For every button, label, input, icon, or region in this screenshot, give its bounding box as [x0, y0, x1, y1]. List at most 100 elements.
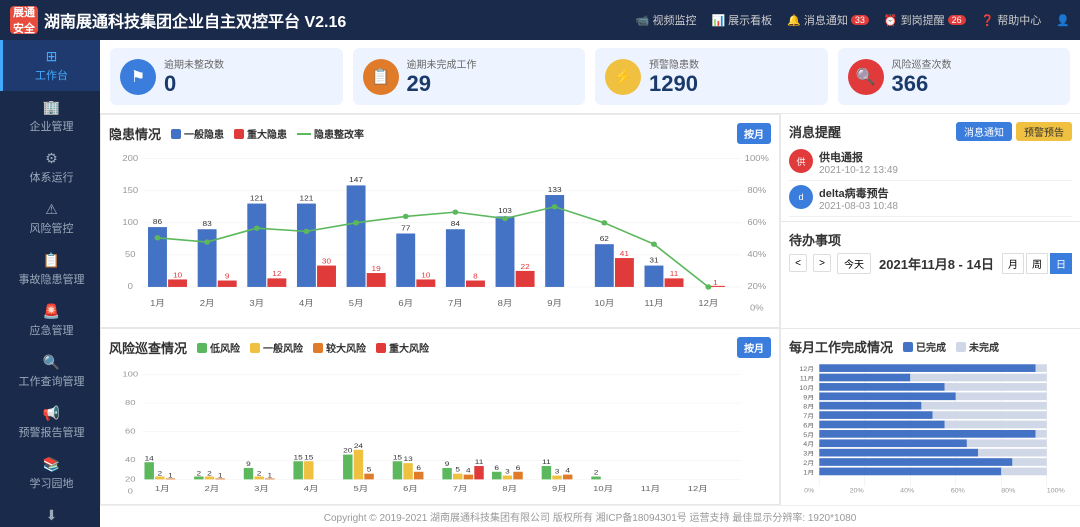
- logo-area: 展通安全 湖南展通科技集团企业自主双控平台 V2.16: [10, 6, 346, 34]
- bar-undone-9: [956, 393, 1047, 401]
- monthly-work-panel: 每月工作完成情况 已完成 未完成: [780, 328, 1080, 505]
- user-btn[interactable]: 👤: [1056, 14, 1070, 27]
- rate-dot-1: [155, 235, 161, 240]
- task-prev-btn[interactable]: <: [789, 254, 807, 272]
- svg-text:5: 5: [367, 466, 372, 474]
- checkin-btn[interactable]: ⏰ 到岗提醒 26: [884, 12, 966, 28]
- video-monitor-btn[interactable]: 📹 视频监控: [636, 12, 697, 28]
- svg-text:5: 5: [455, 466, 460, 474]
- bar-done-5: [819, 430, 1035, 438]
- svg-text:6月: 6月: [803, 422, 814, 429]
- legend-dot-undone: [956, 342, 966, 352]
- svg-text:11月: 11月: [641, 484, 660, 493]
- sidebar-item-warning[interactable]: 📢 预警报告管理: [0, 397, 100, 448]
- svg-text:100: 100: [122, 370, 138, 379]
- svg-text:6月: 6月: [403, 484, 418, 493]
- svg-text:84: 84: [451, 220, 461, 229]
- stat-value-0: 0: [164, 71, 333, 97]
- right-panels: 消息提醒 消息通知 预警预告 供 供电通报 2021-10-12 13:49: [780, 114, 1080, 328]
- risk-panel: 风险巡查情况 低风险 一般风险: [100, 328, 780, 505]
- sidebar-item-emergency[interactable]: 🚨 应急管理: [0, 295, 100, 346]
- svg-text:100: 100: [122, 218, 138, 227]
- accident-icon: 📋: [43, 252, 60, 269]
- svg-text:6: 6: [416, 464, 421, 472]
- dashboard-grid: 隐患情况 一般隐患 重大隐患: [100, 114, 1080, 505]
- sidebar-item-accident[interactable]: 📋 事故隐患管理: [0, 244, 100, 295]
- dashboard-btn[interactable]: 📊 展示看板: [711, 12, 772, 28]
- sidebar-item-workbench[interactable]: ⊞ 工作台: [0, 40, 100, 91]
- bar-undone-7: [933, 412, 1047, 420]
- stat-info-1: 逾期未完成工作 29: [407, 56, 576, 97]
- legend-dot-major: [234, 129, 244, 139]
- legend-major-risk: 重大风险: [376, 340, 429, 355]
- stat-label-1: 逾期未完成工作: [407, 56, 576, 71]
- notification-btn[interactable]: 🔔 消息通知 33: [787, 12, 869, 28]
- checkin-badge: 26: [948, 15, 966, 25]
- rate-dot-5: [353, 221, 359, 226]
- stat-card-overdue-rectify: ⚑ 逾期未整改数 0: [110, 48, 343, 105]
- sidebar-item-workquery[interactable]: 🔍 工作查询管理: [0, 346, 100, 397]
- svg-text:5月: 5月: [349, 299, 364, 308]
- bar-done-8: [819, 402, 921, 410]
- app-container: 展通安全 湖南展通科技集团企业自主双控平台 V2.16 📹 视频监控 📊 展示看…: [0, 0, 1080, 527]
- svg-text:11: 11: [475, 458, 484, 466]
- svg-text:2月: 2月: [204, 484, 219, 493]
- svg-text:4月: 4月: [299, 299, 314, 308]
- stat-info-3: 风险巡查次数 366: [892, 56, 1061, 97]
- warning-btn[interactable]: 预警预告: [1016, 122, 1072, 141]
- risk-legend: 低风险 一般风险 较大风险: [197, 340, 429, 355]
- svg-text:6: 6: [516, 464, 521, 472]
- bell-icon: 🔔: [787, 14, 801, 27]
- bar-done-1: [819, 468, 1001, 476]
- risk-patrol-icon: 🔍: [848, 59, 884, 95]
- tasks-panel: 待办事项 < > 今天 2021年11月8 - 14日 月 周 日: [781, 222, 1080, 329]
- warning-hazard-icon: ⚡: [605, 59, 641, 95]
- svg-text:9月: 9月: [552, 484, 567, 493]
- svg-text:24: 24: [354, 442, 363, 450]
- legend-done: 已完成: [903, 339, 946, 354]
- svg-text:0%: 0%: [750, 303, 764, 312]
- svg-text:3月: 3月: [803, 451, 814, 458]
- bar-general-11: [645, 266, 664, 287]
- stats-row: ⚑ 逾期未整改数 0 📋 逾期未完成工作 29 ⚡ 预警: [100, 40, 1080, 114]
- svg-text:121: 121: [250, 194, 264, 203]
- svg-text:10月: 10月: [594, 299, 614, 308]
- svg-text:86: 86: [153, 218, 163, 227]
- svg-text:3月: 3月: [254, 484, 269, 493]
- bar-general-10: [595, 245, 614, 288]
- svg-text:15: 15: [393, 454, 402, 462]
- hazard-chart-svg: 200 150 100 50 0 100% 80% 60% 40% 20% 0%: [109, 148, 771, 319]
- notify-btn[interactable]: 消息通知: [956, 122, 1012, 141]
- sidebar-item-download[interactable]: ⬇ 导出文件下载: [0, 499, 100, 527]
- bar-done-7: [819, 412, 932, 420]
- msg-avatar-0: 供: [789, 149, 813, 173]
- svg-text:80%: 80%: [747, 186, 766, 195]
- task-view-week[interactable]: 周: [1026, 253, 1048, 274]
- stat-value-3: 366: [892, 71, 1061, 97]
- bar-done-6: [819, 421, 944, 429]
- svg-text:0: 0: [128, 487, 134, 496]
- sidebar-item-learning[interactable]: 📚 学习园地: [0, 448, 100, 499]
- svg-text:2月: 2月: [803, 460, 814, 467]
- svg-text:9: 9: [225, 272, 230, 281]
- task-view-day[interactable]: 日: [1050, 253, 1072, 274]
- stat-info-0: 逾期未整改数 0: [164, 56, 333, 97]
- hazard-filter-btn[interactable]: 按月: [737, 123, 771, 144]
- svg-text:8月: 8月: [502, 484, 517, 493]
- sidebar-item-enterprise[interactable]: 🏢 企业管理: [0, 91, 100, 142]
- risk-filter-btn[interactable]: 按月: [737, 337, 771, 358]
- svg-text:12月: 12月: [688, 484, 708, 493]
- svg-text:41: 41: [620, 250, 629, 259]
- bar-undone-6: [945, 421, 1047, 429]
- bar-undone-10: [945, 383, 1047, 391]
- bar-done-11: [819, 374, 910, 382]
- sidebar-item-risk[interactable]: ⚠ 风险管控: [0, 193, 100, 244]
- svg-text:147: 147: [349, 176, 363, 185]
- task-next-btn[interactable]: >: [813, 254, 831, 272]
- task-view-month[interactable]: 月: [1002, 253, 1024, 274]
- help-btn[interactable]: ❓ 帮助中心: [981, 12, 1042, 28]
- bar-general-5: [347, 186, 366, 288]
- bar-undone-5: [1036, 430, 1047, 438]
- task-today-btn[interactable]: 今天: [837, 253, 871, 274]
- sidebar-item-system[interactable]: ⚙ 体系运行: [0, 142, 100, 193]
